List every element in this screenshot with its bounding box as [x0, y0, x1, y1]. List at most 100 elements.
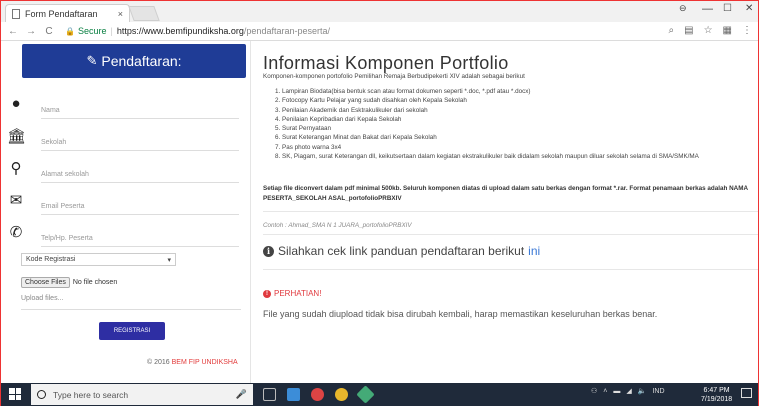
file-chooser: Choose Files No file chosen: [21, 277, 117, 288]
email-input[interactable]: Email Peserta: [41, 203, 239, 215]
list-item: 1. Lampiran Biodata(bisa bentuk scan ata…: [275, 88, 531, 95]
minimize-button[interactable]: —: [702, 3, 713, 15]
clock[interactable]: 6:47 PM 7/19/2018: [701, 386, 732, 404]
no-file-label: No file chosen: [72, 279, 118, 286]
tab-title: Form Pendaftaran: [25, 8, 98, 19]
task-view-icon[interactable]: [263, 388, 276, 401]
new-tab-button[interactable]: [128, 6, 160, 21]
kode-registrasi-value: Kode Registrasi: [26, 256, 76, 263]
url-separator: |: [110, 26, 113, 36]
bookmark-star-icon[interactable]: ☆: [704, 25, 713, 36]
divider: [263, 234, 758, 235]
windows-start-icon[interactable]: [9, 388, 21, 400]
battery-icon[interactable]: ▬: [613, 388, 620, 395]
footer-link[interactable]: BEM FIP UNDIKSHA: [172, 359, 238, 366]
page-title: Informasi Komponen Portfolio: [263, 53, 509, 73]
component-list: 1. Lampiran Biodata(bisa bentuk scan ata…: [275, 87, 759, 161]
chrome-icon[interactable]: [335, 388, 348, 401]
warning-icon: !: [263, 289, 271, 298]
telp-input[interactable]: Telp/Hp. Peserta: [41, 235, 239, 247]
secure-label: Secure: [77, 26, 107, 36]
translate-icon[interactable]: ▤: [684, 25, 693, 36]
warning-text: File yang sudah diupload tidak bisa diru…: [263, 309, 658, 319]
warning-heading: ! PERHATIAN!: [263, 289, 321, 298]
clock-time: 6:47 PM: [703, 387, 730, 394]
search-placeholder: Type here to search: [53, 389, 129, 400]
page-subtitle: Komponen-komponen portofolio Pemilihan R…: [263, 73, 525, 80]
url-host: https://www.bemfipundiksha.org: [116, 26, 244, 36]
info-icon: i: [263, 245, 274, 257]
browser-actions: ⌕ ▤ ☆ ▦ ⋮: [669, 25, 752, 36]
profile-icon[interactable]: ⊖: [679, 3, 687, 14]
extension-icon[interactable]: ▦: [723, 25, 732, 36]
lock-icon: 🔒: [65, 26, 75, 36]
network-icon[interactable]: ◢: [626, 387, 631, 395]
taskbar: Type here to search 🎤 ⚇ ˄ ▬ ◢ 🔈 IND 6:47…: [1, 383, 758, 406]
firefox-icon[interactable]: [311, 388, 324, 401]
alamat-field[interactable]: ⚲ Alamat sekolah: [1, 155, 241, 187]
sekolah-field[interactable]: 🏛 Sekolah: [1, 123, 241, 155]
registration-panel: ✎ Pendaftaran: ● Nama 🏛 Sekolah ⚲ Alamat…: [1, 41, 251, 383]
format-note: Setiap file diconvert dalam pdf minimal …: [263, 185, 748, 202]
people-icon[interactable]: ⚇: [591, 387, 597, 395]
chevron-up-icon[interactable]: ˄: [603, 388, 607, 395]
registrasi-button[interactable]: REGISTRASI: [99, 322, 165, 340]
language-indicator[interactable]: IND: [652, 388, 664, 395]
guide-text: Silahkan cek link panduan pendaftaran be…: [278, 244, 525, 258]
volume-icon[interactable]: 🔈: [638, 387, 647, 395]
list-item: 3. Penilaian Akademik dan Esktrakulikule…: [275, 106, 428, 114]
warning-title: PERHATIAN!: [274, 289, 322, 298]
upload-label: Upload files...: [21, 295, 64, 302]
url-field[interactable]: 🔒 Secure | https://www.bemfipundiksha.or…: [65, 26, 330, 36]
menu-icon[interactable]: ⋮: [742, 25, 752, 36]
email-field[interactable]: ✉ Email Peserta: [1, 187, 241, 219]
tab-close-icon[interactable]: ×: [118, 9, 123, 19]
registration-header: ✎ Pendaftaran:: [22, 44, 246, 78]
app-icon[interactable]: [356, 385, 375, 404]
telp-field[interactable]: ✆ Telp/Hp. Peserta: [1, 219, 241, 251]
list-item: 8. SK, Piagam, surat Keterangan dll, kei…: [275, 153, 699, 161]
chevron-down-icon: ▾: [167, 257, 171, 264]
example-text: Contoh : Ahmad_SMA N 1 JUARA_portofolioP…: [263, 222, 412, 229]
divider: [263, 269, 758, 270]
divider: [21, 309, 241, 310]
list-item: 2. Fotocopy Kartu Pelajar yang sudah dis…: [275, 97, 467, 105]
url-path: /pendaftaran-peserta/: [243, 26, 330, 36]
envelope-icon: ✉: [9, 192, 23, 209]
choose-files-button[interactable]: Choose Files: [21, 277, 70, 288]
microphone-icon[interactable]: 🎤: [236, 389, 247, 400]
nama-input[interactable]: Nama: [41, 107, 239, 119]
guide-line: i Silahkan cek link panduan pendaftaran …: [263, 244, 540, 258]
map-marker-icon: ⚲: [10, 160, 22, 177]
back-icon[interactable]: ←: [7, 26, 19, 37]
restore-button[interactable]: ☐: [723, 3, 732, 14]
phone-icon: ✆: [9, 224, 23, 241]
sekolah-input[interactable]: Sekolah: [41, 139, 239, 151]
footer-copyright: © 2016: [147, 359, 170, 366]
system-tray: ⚇ ˄ ▬ ◢ 🔈 IND: [591, 387, 665, 396]
divider: [263, 211, 758, 212]
close-button[interactable]: ✕: [745, 3, 753, 14]
list-item: 4. Penilaian Kepribadian dari Kepala Sek…: [275, 115, 402, 123]
main-content: Informasi Komponen Portfolio Komponen-ko…: [263, 41, 758, 383]
browser-tab-bar: Form Pendaftaran × ⊖ — ☐ ✕: [1, 1, 758, 22]
notification-icon[interactable]: [741, 388, 752, 398]
zoom-icon[interactable]: ⌕: [669, 25, 675, 36]
clock-date: 7/19/2018: [701, 396, 733, 403]
user-icon: ●: [11, 95, 21, 112]
forward-icon[interactable]: →: [25, 26, 37, 37]
edit-icon: ✎: [86, 53, 98, 68]
cortana-icon: [37, 390, 46, 399]
list-item: 7. Pas photo warna 3x4: [275, 143, 342, 151]
alamat-input[interactable]: Alamat sekolah: [41, 171, 239, 183]
footer: © 2016 BEM FIP UNDIKSHA: [147, 359, 238, 366]
reload-icon[interactable]: C: [43, 26, 55, 37]
list-item: 6. Surat Keterangan Minat dan Bakat dari…: [275, 134, 437, 142]
browser-tab[interactable]: Form Pendaftaran ×: [5, 4, 130, 22]
guide-link[interactable]: ini: [528, 244, 540, 258]
taskbar-search[interactable]: Type here to search 🎤: [31, 384, 253, 405]
file-explorer-icon[interactable]: [287, 388, 300, 401]
kode-registrasi-select[interactable]: Kode Registrasi ▾: [21, 253, 176, 266]
nama-field[interactable]: ● Nama: [1, 91, 241, 123]
page-icon: [12, 8, 20, 19]
